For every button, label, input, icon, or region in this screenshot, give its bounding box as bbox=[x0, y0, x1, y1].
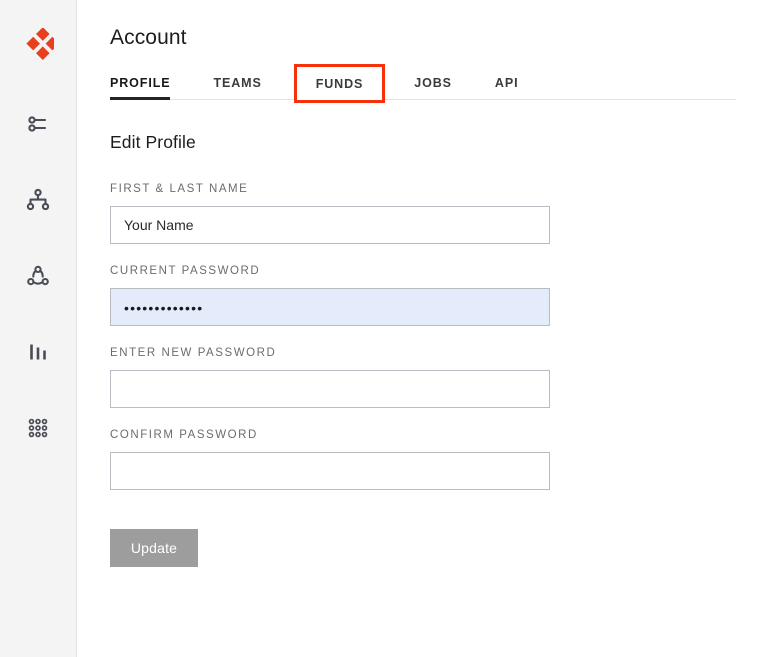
hierarchy-icon bbox=[25, 187, 51, 213]
account-tabbar: PROFILE TEAMS FUNDS JOBS API bbox=[110, 64, 736, 103]
current-password-input[interactable]: ••••••••••••• bbox=[110, 288, 550, 326]
update-button[interactable]: Update bbox=[110, 529, 198, 567]
field-label-new-password: ENTER NEW PASSWORD bbox=[110, 347, 277, 359]
tab-api[interactable]: API bbox=[495, 76, 519, 99]
tab-jobs[interactable]: JOBS bbox=[414, 76, 452, 99]
sidebar-item-grid[interactable] bbox=[16, 406, 60, 450]
network-share-icon bbox=[25, 263, 51, 289]
tab-profile[interactable]: PROFILE bbox=[110, 76, 171, 100]
tab-teams[interactable]: TEAMS bbox=[213, 76, 261, 99]
brand-diamond-logo[interactable] bbox=[16, 22, 60, 66]
confirm-password-input[interactable] bbox=[110, 452, 550, 490]
section-title: Edit Profile bbox=[110, 132, 196, 152]
edit-profile-form: Edit Profile FIRST & LAST NAME CURRENT P… bbox=[110, 100, 769, 567]
new-password-input[interactable] bbox=[110, 370, 550, 408]
field-label-name: FIRST & LAST NAME bbox=[110, 183, 249, 195]
field-first-last-name: FIRST & LAST NAME bbox=[110, 183, 769, 244]
bar-chart-icon bbox=[25, 339, 51, 365]
app-root: Account PROFILE TEAMS FUNDS JOBS API Edi… bbox=[0, 0, 769, 657]
sidebar-item-network[interactable] bbox=[16, 254, 60, 298]
sidebar-item-chart[interactable] bbox=[16, 330, 60, 374]
tab-funds[interactable]: FUNDS bbox=[293, 64, 386, 103]
field-confirm-password: CONFIRM PASSWORD bbox=[110, 429, 769, 490]
sliders-icon bbox=[25, 111, 51, 137]
dot-grid-icon bbox=[25, 415, 51, 441]
sidebar-item-hierarchy[interactable] bbox=[16, 178, 60, 222]
first-last-name-input[interactable] bbox=[110, 206, 550, 244]
field-label-current-password: CURRENT PASSWORD bbox=[110, 265, 261, 277]
left-sidebar bbox=[0, 0, 77, 657]
field-new-password: ENTER NEW PASSWORD bbox=[110, 347, 769, 408]
page-title: Account bbox=[110, 26, 187, 49]
main-content: Account PROFILE TEAMS FUNDS JOBS API Edi… bbox=[77, 0, 769, 657]
field-current-password: CURRENT PASSWORD ••••••••••••• bbox=[110, 265, 769, 326]
field-label-confirm-password: CONFIRM PASSWORD bbox=[110, 429, 258, 441]
sidebar-item-sliders[interactable] bbox=[16, 102, 60, 146]
